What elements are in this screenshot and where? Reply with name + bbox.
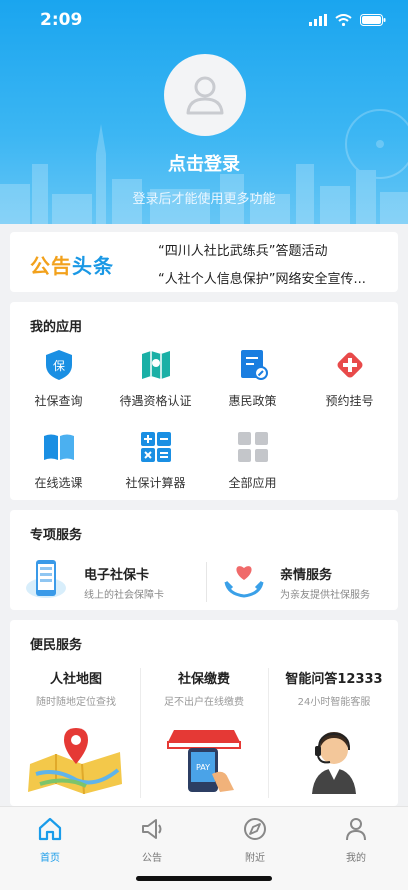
compass-icon [244, 818, 266, 840]
calculator-icon [140, 432, 171, 462]
section-title: 便民服务 [30, 638, 83, 653]
policy-doc-icon [240, 350, 268, 380]
heart-hands-icon [224, 566, 264, 598]
tab-nearby[interactable]: 附近 [225, 815, 285, 864]
notice-card[interactable]: 公告头条 “四川人社比武练兵”答题活动 “人社个人信息保护”网络安全宣传... [10, 232, 398, 292]
section-title: 专项服务 [30, 528, 83, 543]
login-button[interactable]: 点击登录 [0, 150, 408, 176]
convenience-services-card: 便民服务 人社地图 随时随地定位查找 社保缴费 足不出户在线缴费 PAY 智能问… [10, 620, 398, 806]
signal-icon [309, 14, 327, 26]
service-payment[interactable]: 社保缴费 足不出户在线缴费 PAY [140, 660, 268, 800]
battery-icon [360, 14, 386, 26]
tab-notice[interactable]: 公告 [122, 815, 182, 864]
login-subtitle: 登录后才能使用更多功能 [132, 192, 276, 207]
tab-home[interactable]: 首页 [20, 815, 80, 864]
status-time: 2:09 [40, 10, 83, 30]
service-family[interactable]: 亲情服务 为亲友提供社保服务 [222, 554, 392, 606]
map-pin-icon [28, 728, 122, 794]
section-title: 我的应用 [30, 320, 83, 335]
divider [268, 668, 269, 798]
home-indicator[interactable] [136, 876, 272, 881]
book-icon [43, 434, 74, 460]
phone-card-icon [26, 560, 66, 598]
service-smart-qa[interactable]: 智能问答12333 24小时智能客服 [270, 660, 398, 800]
notice-item[interactable]: “四川人社比武练兵”答题活动 [158, 240, 390, 259]
app-appointment[interactable]: 预约挂号 [301, 342, 398, 410]
special-services-card: 专项服务 电子社保卡 线上的社会保障卡 亲情服务 为亲友提供社保服务 [10, 510, 398, 610]
notice-item[interactable]: “人社个人信息保护”网络安全宣传... [158, 268, 390, 287]
customer-service-icon [312, 732, 356, 794]
wifi-icon [335, 14, 352, 26]
avatar[interactable] [164, 54, 246, 136]
svg-text:保: 保 [52, 359, 64, 373]
tab-mine[interactable]: 我的 [326, 815, 386, 864]
svg-text:PAY: PAY [196, 763, 210, 772]
pay-shop-icon: PAY [167, 730, 241, 792]
shield-icon: 保 [45, 350, 72, 380]
status-bar: 2:09 [0, 10, 408, 34]
app-online-course[interactable]: 在线选课 [10, 424, 107, 492]
app-policy[interactable]: 惠民政策 [204, 342, 301, 410]
app-all-apps[interactable]: 全部应用 [204, 424, 301, 492]
my-apps-card: 我的应用 保 社保查询 待遇资格认证 惠民政策 预约挂号 在线选课 社保计算器 … [10, 302, 398, 500]
app-calculator[interactable]: 社保计算器 [107, 424, 204, 492]
megaphone-icon [142, 819, 162, 839]
header-banner: 2:09 点击登录 登录后才能使用更多功能 [0, 0, 408, 224]
person-icon [186, 76, 224, 115]
map-certify-icon [141, 351, 170, 379]
person-icon [346, 818, 366, 841]
app-social-security-query[interactable]: 保 社保查询 [10, 342, 107, 410]
service-e-card[interactable]: 电子社保卡 线上的社会保障卡 [24, 554, 204, 606]
notice-logo: 公告头条 [30, 254, 114, 278]
grid-icon [237, 432, 268, 462]
service-hr-map[interactable]: 人社地图 随时随地定位查找 [12, 660, 140, 800]
divider [206, 562, 207, 602]
app-benefit-certification[interactable]: 待遇资格认证 [107, 342, 204, 410]
medical-cross-icon [337, 352, 362, 378]
home-icon [38, 817, 62, 841]
